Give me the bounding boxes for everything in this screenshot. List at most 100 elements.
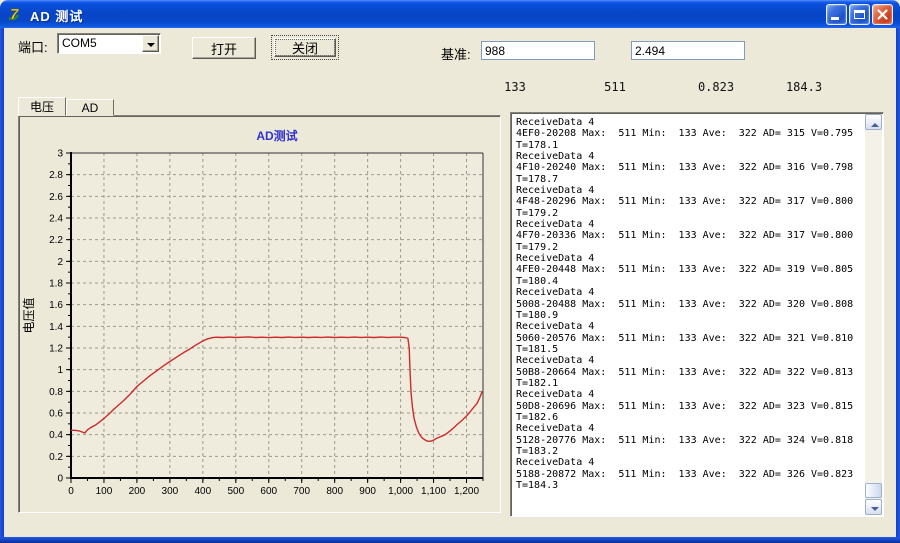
svg-text:电压值: 电压值 xyxy=(21,297,36,333)
minimize-button[interactable] xyxy=(826,4,847,25)
log-line: ReceiveData 4 xyxy=(516,355,595,367)
stat-voltage: 0.823 xyxy=(697,80,735,94)
combobox-dropdown-button[interactable] xyxy=(142,35,159,52)
log-line: 5188-20872 Max: 511 Min: 133 Ave: 322 AD… xyxy=(516,468,854,480)
receive-log-textbox[interactable]: ReceiveData 4 4EF0-20208 Max: 511 Min: 13… xyxy=(510,112,884,517)
svg-text:500: 500 xyxy=(227,486,244,497)
log-line: T=180.9 xyxy=(516,309,559,321)
window-border-right xyxy=(896,28,900,543)
log-line: T=180.4 xyxy=(516,275,559,287)
log-line: ReceiveData 4 xyxy=(516,287,595,299)
log-line: 4FE0-20448 Max: 511 Min: 133 Ave: 322 AD… xyxy=(516,264,854,276)
svg-text:2: 2 xyxy=(57,257,63,268)
svg-text:1.4: 1.4 xyxy=(49,322,63,333)
svg-text:0.6: 0.6 xyxy=(49,409,63,420)
svg-text:1,200: 1,200 xyxy=(454,486,479,497)
log-line: 5060-20576 Max: 511 Min: 133 Ave: 322 AD… xyxy=(516,332,854,344)
log-line: T=179.2 xyxy=(516,207,559,219)
stat-max: 511 xyxy=(604,80,626,94)
tab-ad[interactable]: AD xyxy=(66,99,114,116)
baseline-label: 基准: xyxy=(441,47,471,62)
log-line: T=184.3 xyxy=(516,480,559,491)
svg-text:200: 200 xyxy=(129,486,146,497)
log-line: T=183.2 xyxy=(516,445,559,457)
app-window: 7 AD 测试 端口: COM5 打开 关闭 基准: 133 511 0. xyxy=(0,0,900,543)
maximize-button[interactable] xyxy=(849,4,870,25)
close-button[interactable] xyxy=(872,4,893,25)
log-line: ReceiveData 4 xyxy=(516,219,595,231)
svg-text:900: 900 xyxy=(359,486,376,497)
svg-text:600: 600 xyxy=(260,486,277,497)
svg-text:700: 700 xyxy=(293,486,310,497)
log-line: ReceiveData 4 xyxy=(516,423,595,435)
title-bar[interactable]: 7 AD 测试 xyxy=(0,0,900,28)
log-line: T=182.1 xyxy=(516,377,559,389)
svg-text:0: 0 xyxy=(68,486,74,497)
focus-rect xyxy=(275,39,335,56)
log-line: 50D8-20696 Max: 511 Min: 133 Ave: 322 AD… xyxy=(516,400,854,412)
log-line: 5128-20776 Max: 511 Min: 133 Ave: 322 AD… xyxy=(516,434,854,446)
log-line: 4EF0-20208 Max: 511 Min: 133 Ave: 322 AD… xyxy=(516,128,854,140)
svg-text:300: 300 xyxy=(162,486,179,497)
maximize-icon xyxy=(854,10,865,19)
chevron-down-icon xyxy=(147,43,155,51)
port-combobox-value: COM5 xyxy=(62,36,97,50)
svg-text:7: 7 xyxy=(10,6,19,23)
svg-text:1: 1 xyxy=(57,365,63,376)
log-line: T=178.1 xyxy=(516,139,559,151)
svg-text:2.6: 2.6 xyxy=(49,192,63,203)
svg-text:0.4: 0.4 xyxy=(49,430,63,441)
log-line: T=182.6 xyxy=(516,411,559,423)
log-line: ReceiveData 4 xyxy=(516,117,595,128)
log-line: T=178.7 xyxy=(516,173,559,185)
baseline-input-1[interactable] xyxy=(481,41,595,60)
window-border-left xyxy=(0,28,4,543)
svg-text:400: 400 xyxy=(194,486,211,497)
log-line: 5008-20488 Max: 511 Min: 133 Ave: 322 AD… xyxy=(516,298,854,310)
log-line: ReceiveData 4 xyxy=(516,253,595,265)
svg-text:2.8: 2.8 xyxy=(49,170,63,181)
window-title: AD 测试 xyxy=(30,9,84,24)
log-line: ReceiveData 4 xyxy=(516,321,595,333)
receive-log-text[interactable]: ReceiveData 4 4EF0-20208 Max: 511 Min: 13… xyxy=(513,115,864,514)
svg-text:1.6: 1.6 xyxy=(49,300,63,311)
svg-text:1.2: 1.2 xyxy=(49,344,63,355)
log-line: 4F48-20296 Max: 511 Min: 133 Ave: 322 AD… xyxy=(516,196,854,208)
stat-min: 133 xyxy=(504,80,526,94)
log-line: T=181.5 xyxy=(516,343,559,355)
port-combobox[interactable]: COM5 xyxy=(57,33,161,54)
svg-text:0.2: 0.2 xyxy=(49,452,63,463)
svg-text:0: 0 xyxy=(57,474,63,485)
log-line: ReceiveData 4 xyxy=(516,151,595,163)
svg-text:2.4: 2.4 xyxy=(49,214,63,225)
log-scrollbar[interactable] xyxy=(865,114,882,515)
svg-text:100: 100 xyxy=(96,486,113,497)
minimize-icon xyxy=(831,17,839,20)
scrollbar-thumb[interactable] xyxy=(865,483,882,498)
voltage-line-chart: 0 100 200 300 400 500 600 700 800 900 1,000 1,100 1,… xyxy=(21,128,484,497)
svg-text:1,000: 1,000 xyxy=(388,486,413,497)
close-icon xyxy=(877,9,888,20)
log-line: 4F70-20336 Max: 511 Min: 133 Ave: 322 AD… xyxy=(516,230,854,242)
svg-text:2.2: 2.2 xyxy=(49,235,63,246)
tab-voltage[interactable]: 电压 xyxy=(18,97,66,116)
log-line: ReceiveData 4 xyxy=(516,185,595,197)
chart-panel: 0 100 200 300 400 500 600 700 800 900 1,000 1,100 1,… xyxy=(18,115,501,513)
app-icon[interactable]: 7 xyxy=(7,5,25,23)
open-button[interactable]: 打开 xyxy=(192,37,256,59)
stat-temperature: 184.3 xyxy=(785,80,823,94)
chevron-up-icon xyxy=(870,119,879,127)
svg-text:AD测试: AD测试 xyxy=(256,128,297,143)
svg-text:1,100: 1,100 xyxy=(421,486,446,497)
close-port-button-ring: 关闭 xyxy=(271,35,339,60)
port-label: 端口: xyxy=(18,40,48,55)
baseline-input-2[interactable] xyxy=(631,41,745,60)
svg-text:3: 3 xyxy=(57,149,63,160)
scroll-down-button[interactable] xyxy=(865,499,882,515)
log-line: ReceiveData 4 xyxy=(516,457,595,469)
scroll-up-button[interactable] xyxy=(865,114,882,130)
log-line: ReceiveData 4 xyxy=(516,389,595,401)
svg-text:800: 800 xyxy=(326,486,343,497)
svg-text:0.8: 0.8 xyxy=(49,387,63,398)
chevron-down-icon xyxy=(870,507,879,515)
